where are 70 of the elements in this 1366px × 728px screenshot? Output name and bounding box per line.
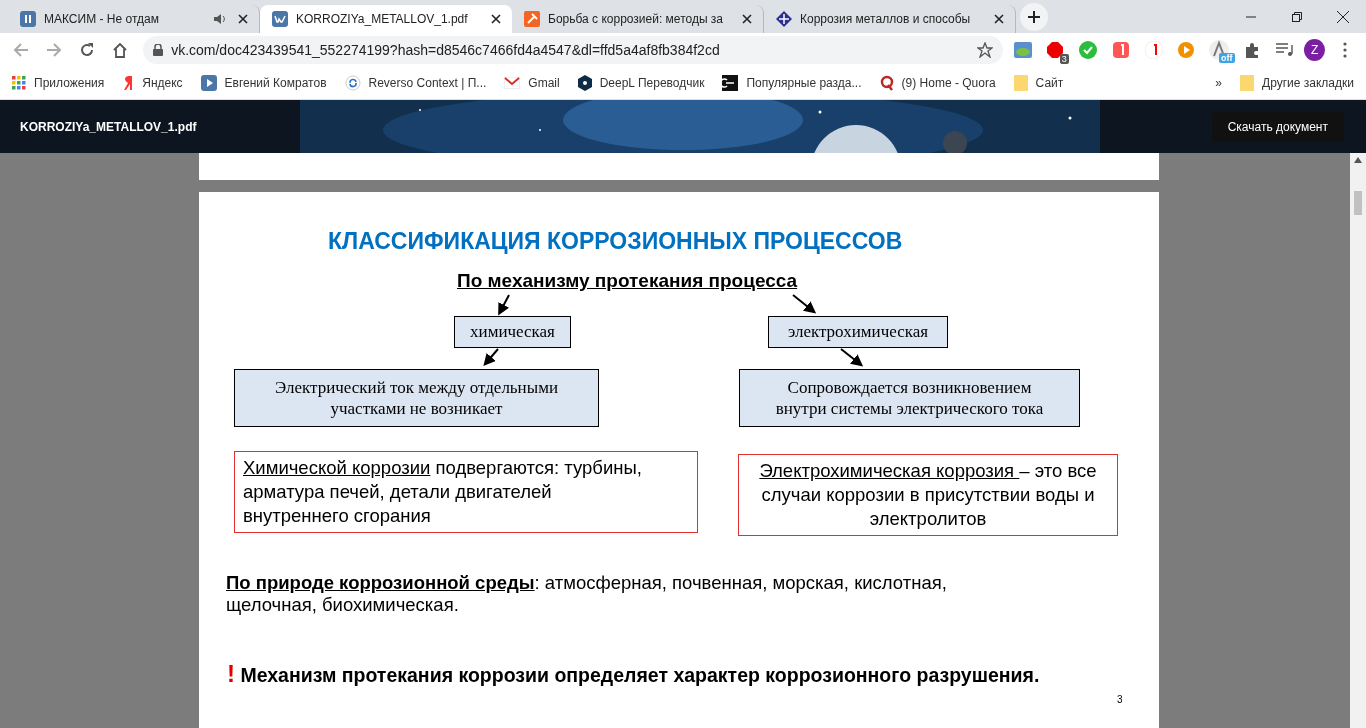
mail-icon xyxy=(504,76,521,89)
description-box: Сопровождается возникновением внутри системы электрического тока xyxy=(739,369,1080,427)
arrow xyxy=(483,348,499,367)
address-bar[interactable]: vk.com/doc423439541_552274199?hash=d8546c7466fd4a4547&dl=ffd5a4af8fb384f2cd xyxy=(143,35,1004,64)
slide-title: КЛАССИФИКАЦИЯ КОРРОЗИОННЫХ ПРОЦЕССОВ xyxy=(328,228,903,255)
home-icon[interactable] xyxy=(111,41,128,58)
page-number: 3 xyxy=(1117,694,1123,705)
quora-icon xyxy=(879,74,894,91)
bookmark[interactable]: Яндекс xyxy=(122,74,183,91)
bookmark-label: Сайт xyxy=(1035,75,1064,90)
reload-icon[interactable] xyxy=(78,41,95,58)
close-icon[interactable] xyxy=(1337,10,1349,23)
bookmark[interactable]: Сайт xyxy=(1013,74,1064,91)
arrow xyxy=(840,348,864,367)
star-icon[interactable] xyxy=(977,41,994,58)
browser-tab[interactable]: KORROZIYa_METALLOV_1.pdf xyxy=(260,5,512,33)
restore-icon[interactable] xyxy=(1292,11,1302,22)
bookmark[interactable]: Reverso Context | П... xyxy=(344,74,487,91)
description-box: Электрический ток между отдельными участками не возникает xyxy=(234,369,599,427)
arrow xyxy=(498,294,510,316)
slide-subheading: По механизму протекания процесса xyxy=(457,270,798,292)
profile-avatar[interactable]: Z xyxy=(1304,38,1326,61)
square-logo-icon xyxy=(722,74,739,91)
play-icon xyxy=(200,74,217,91)
apps-grid-icon xyxy=(12,75,26,90)
reverso-icon xyxy=(344,74,361,91)
bookmark[interactable]: (9) Home - Quora xyxy=(879,74,996,91)
category-box: химическая xyxy=(454,316,571,348)
lock-icon xyxy=(153,43,164,56)
file-name: KORROZIYa_METALLOV_1.pdf xyxy=(20,119,197,134)
scrollbar[interactable] xyxy=(1350,153,1366,728)
close-icon[interactable] xyxy=(238,14,248,24)
close-icon[interactable] xyxy=(994,14,1004,24)
bookmark[interactable]: DeepL Переводчик xyxy=(577,74,705,91)
bookmark-label: Популярные разда... xyxy=(746,75,862,90)
bookmark-label: Другие закладки xyxy=(1262,75,1354,90)
note-box: Химической коррозии подвергаются: турбины, арматура печей, детали двигателей внутреннего сгорания xyxy=(234,451,698,534)
yandex-icon xyxy=(122,74,135,91)
more-bookmarks-button[interactable]: » xyxy=(1215,75,1223,90)
bookmark-label: Reverso Context | П... xyxy=(368,75,487,90)
bookmark-label: Gmail xyxy=(528,75,560,90)
bookmark[interactable]: Другие закладки xyxy=(1240,74,1354,91)
note-box: Электрохимическая коррозия – это все случаи коррозии в присутствии воды и электролитов xyxy=(738,454,1118,537)
vk-icon xyxy=(272,11,288,27)
pause-icon xyxy=(20,11,36,27)
folder-icon xyxy=(1240,74,1255,91)
category-box: электрохимическая xyxy=(768,316,948,348)
close-icon[interactable] xyxy=(742,14,752,24)
new-tab-button[interactable] xyxy=(1020,3,1048,31)
bookmark[interactable]: Gmail xyxy=(504,75,560,90)
arrow xyxy=(792,294,817,314)
close-icon[interactable] xyxy=(491,14,501,24)
diamond-arrows-icon xyxy=(776,11,792,27)
bookmark-label: (9) Home - Quora xyxy=(901,75,996,90)
plus-icon xyxy=(1028,11,1040,23)
medium-paragraph: По природе коррозионной среды: атмосферная, почвенная, морская, кислотная, щелочная, биохимическая. xyxy=(226,572,948,617)
folder-icon xyxy=(1013,74,1028,91)
scroll-up-icon[interactable] xyxy=(1354,157,1362,163)
scroll-thumb[interactable] xyxy=(1354,191,1362,215)
deepl-icon xyxy=(577,74,592,91)
bookmark-label: Яндекс xyxy=(142,75,183,90)
hammer-icon xyxy=(524,11,540,27)
bookmark[interactable]: Евгений Комратов xyxy=(200,74,327,91)
bookmark-label: Евгений Комратов xyxy=(224,75,327,90)
bookmark[interactable]: Приложения xyxy=(12,75,105,90)
bookmark[interactable]: Популярные разда... xyxy=(722,74,862,91)
conclusion-text: ! Механизм протекания коррозии определяет характер коррозионного разрушения. xyxy=(227,660,1040,688)
bookmark-label: DeepL Переводчик xyxy=(599,75,705,90)
bookmark-label: Приложения xyxy=(34,75,105,90)
download-button[interactable]: Скачать документ xyxy=(1211,111,1344,142)
